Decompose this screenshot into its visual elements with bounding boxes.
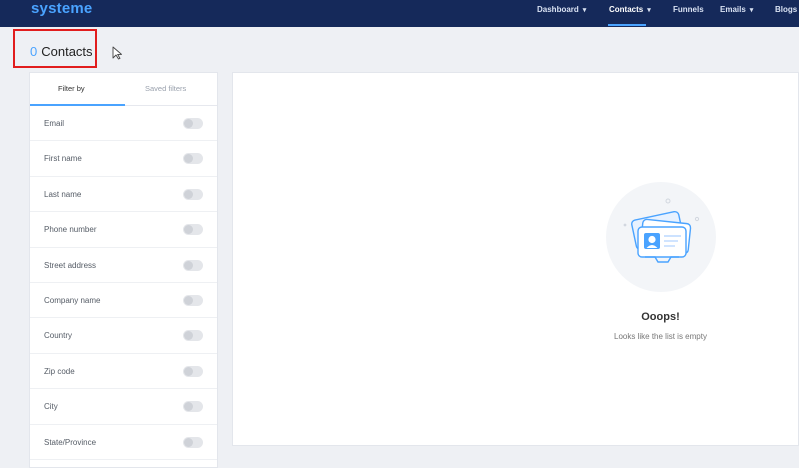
filter-toggle-email[interactable] bbox=[183, 118, 203, 129]
filter-label: Zip code bbox=[44, 366, 75, 376]
filter-label: Phone number bbox=[44, 225, 97, 235]
toggle-knob bbox=[184, 189, 193, 199]
filter-row-company-name: Company name bbox=[30, 283, 217, 319]
filter-row-email: Email bbox=[30, 106, 217, 142]
filter-row-zip-code: Zip code bbox=[30, 354, 217, 390]
toggle-knob bbox=[184, 437, 193, 447]
toggle-knob bbox=[184, 402, 193, 412]
filter-toggle-phone-number[interactable] bbox=[183, 224, 203, 236]
contacts-list-panel: Ooops! Looks like the list is empty bbox=[232, 72, 799, 446]
nav-blogs-label: Blogs bbox=[775, 5, 798, 14]
filter-toggle-first-name[interactable] bbox=[183, 153, 203, 165]
filter-label: State/Province bbox=[44, 437, 97, 447]
filter-sidebar: Filter by Saved filters Email First name… bbox=[29, 72, 218, 468]
filter-label: Company name bbox=[44, 295, 101, 305]
nav-active-indicator bbox=[608, 24, 646, 26]
filter-label: Country bbox=[44, 331, 73, 341]
nav-contacts[interactable]: Contacts ▾ bbox=[609, 5, 651, 14]
tab-saved-filters[interactable]: Saved filters bbox=[145, 84, 186, 93]
filter-row-street-address: Street address bbox=[30, 248, 217, 283]
filter-label: First name bbox=[44, 154, 82, 164]
filter-toggle-state-province[interactable] bbox=[183, 436, 203, 448]
filter-toggle-zip-code[interactable] bbox=[183, 365, 203, 377]
toggle-knob bbox=[184, 331, 193, 341]
filter-row-state-province: State/Province bbox=[30, 425, 217, 460]
filter-tabs: Filter by Saved filters bbox=[30, 73, 217, 106]
toggle-knob bbox=[184, 295, 193, 305]
filter-label: Street address bbox=[44, 260, 97, 270]
filter-row-phone-number: Phone number bbox=[30, 212, 217, 248]
filter-row-first-name: First name bbox=[30, 141, 217, 177]
toggle-knob bbox=[184, 154, 193, 164]
top-navbar: systeme Dashboard ▾ Contacts ▾ Funnels E… bbox=[0, 0, 799, 27]
chevron-down-icon: ▾ bbox=[749, 6, 754, 14]
chevron-down-icon: ▾ bbox=[647, 6, 651, 14]
filter-row-last-name: Last name bbox=[30, 177, 217, 213]
filter-row-country: Country bbox=[30, 318, 217, 354]
filter-label: City bbox=[44, 402, 58, 412]
mouse-pointer-icon bbox=[112, 46, 122, 60]
tab-filter-by[interactable]: Filter by bbox=[58, 84, 85, 93]
nav-dashboard[interactable]: Dashboard ▾ bbox=[537, 5, 586, 14]
empty-state-subtitle: Looks like the list is empty bbox=[614, 332, 707, 341]
toggle-knob bbox=[184, 225, 193, 235]
filter-toggle-street-address[interactable] bbox=[183, 259, 203, 271]
nav-contacts-label: Contacts bbox=[609, 5, 644, 14]
toggle-knob bbox=[184, 260, 193, 270]
nav-blogs[interactable]: Blogs bbox=[775, 5, 797, 14]
filter-label: Email bbox=[44, 119, 65, 128]
filter-toggle-country[interactable] bbox=[183, 330, 203, 342]
filter-label: Last name bbox=[44, 189, 82, 199]
empty-state-title: Ooops! bbox=[641, 311, 680, 323]
toggle-knob bbox=[184, 366, 193, 376]
annotation-highlight-box bbox=[13, 29, 97, 68]
nav-emails[interactable]: Emails ▾ bbox=[720, 5, 753, 14]
filter-row-city: City bbox=[30, 389, 217, 425]
nav-emails-label: Emails bbox=[720, 5, 746, 14]
nav-funnels[interactable]: Funnels bbox=[673, 5, 704, 14]
chevron-down-icon: ▾ bbox=[582, 6, 587, 14]
filter-toggle-company-name[interactable] bbox=[183, 294, 203, 306]
nav-dashboard-label: Dashboard bbox=[537, 5, 579, 14]
nav-funnels-label: Funnels bbox=[673, 5, 704, 14]
contact-cards-icon bbox=[606, 182, 716, 292]
filter-toggle-last-name[interactable] bbox=[183, 188, 203, 200]
toggle-knob bbox=[184, 119, 193, 128]
main-nav: Dashboard ▾ Contacts ▾ Funnels Emails ▾ … bbox=[0, 0, 799, 27]
filter-toggle-city[interactable] bbox=[183, 401, 203, 413]
